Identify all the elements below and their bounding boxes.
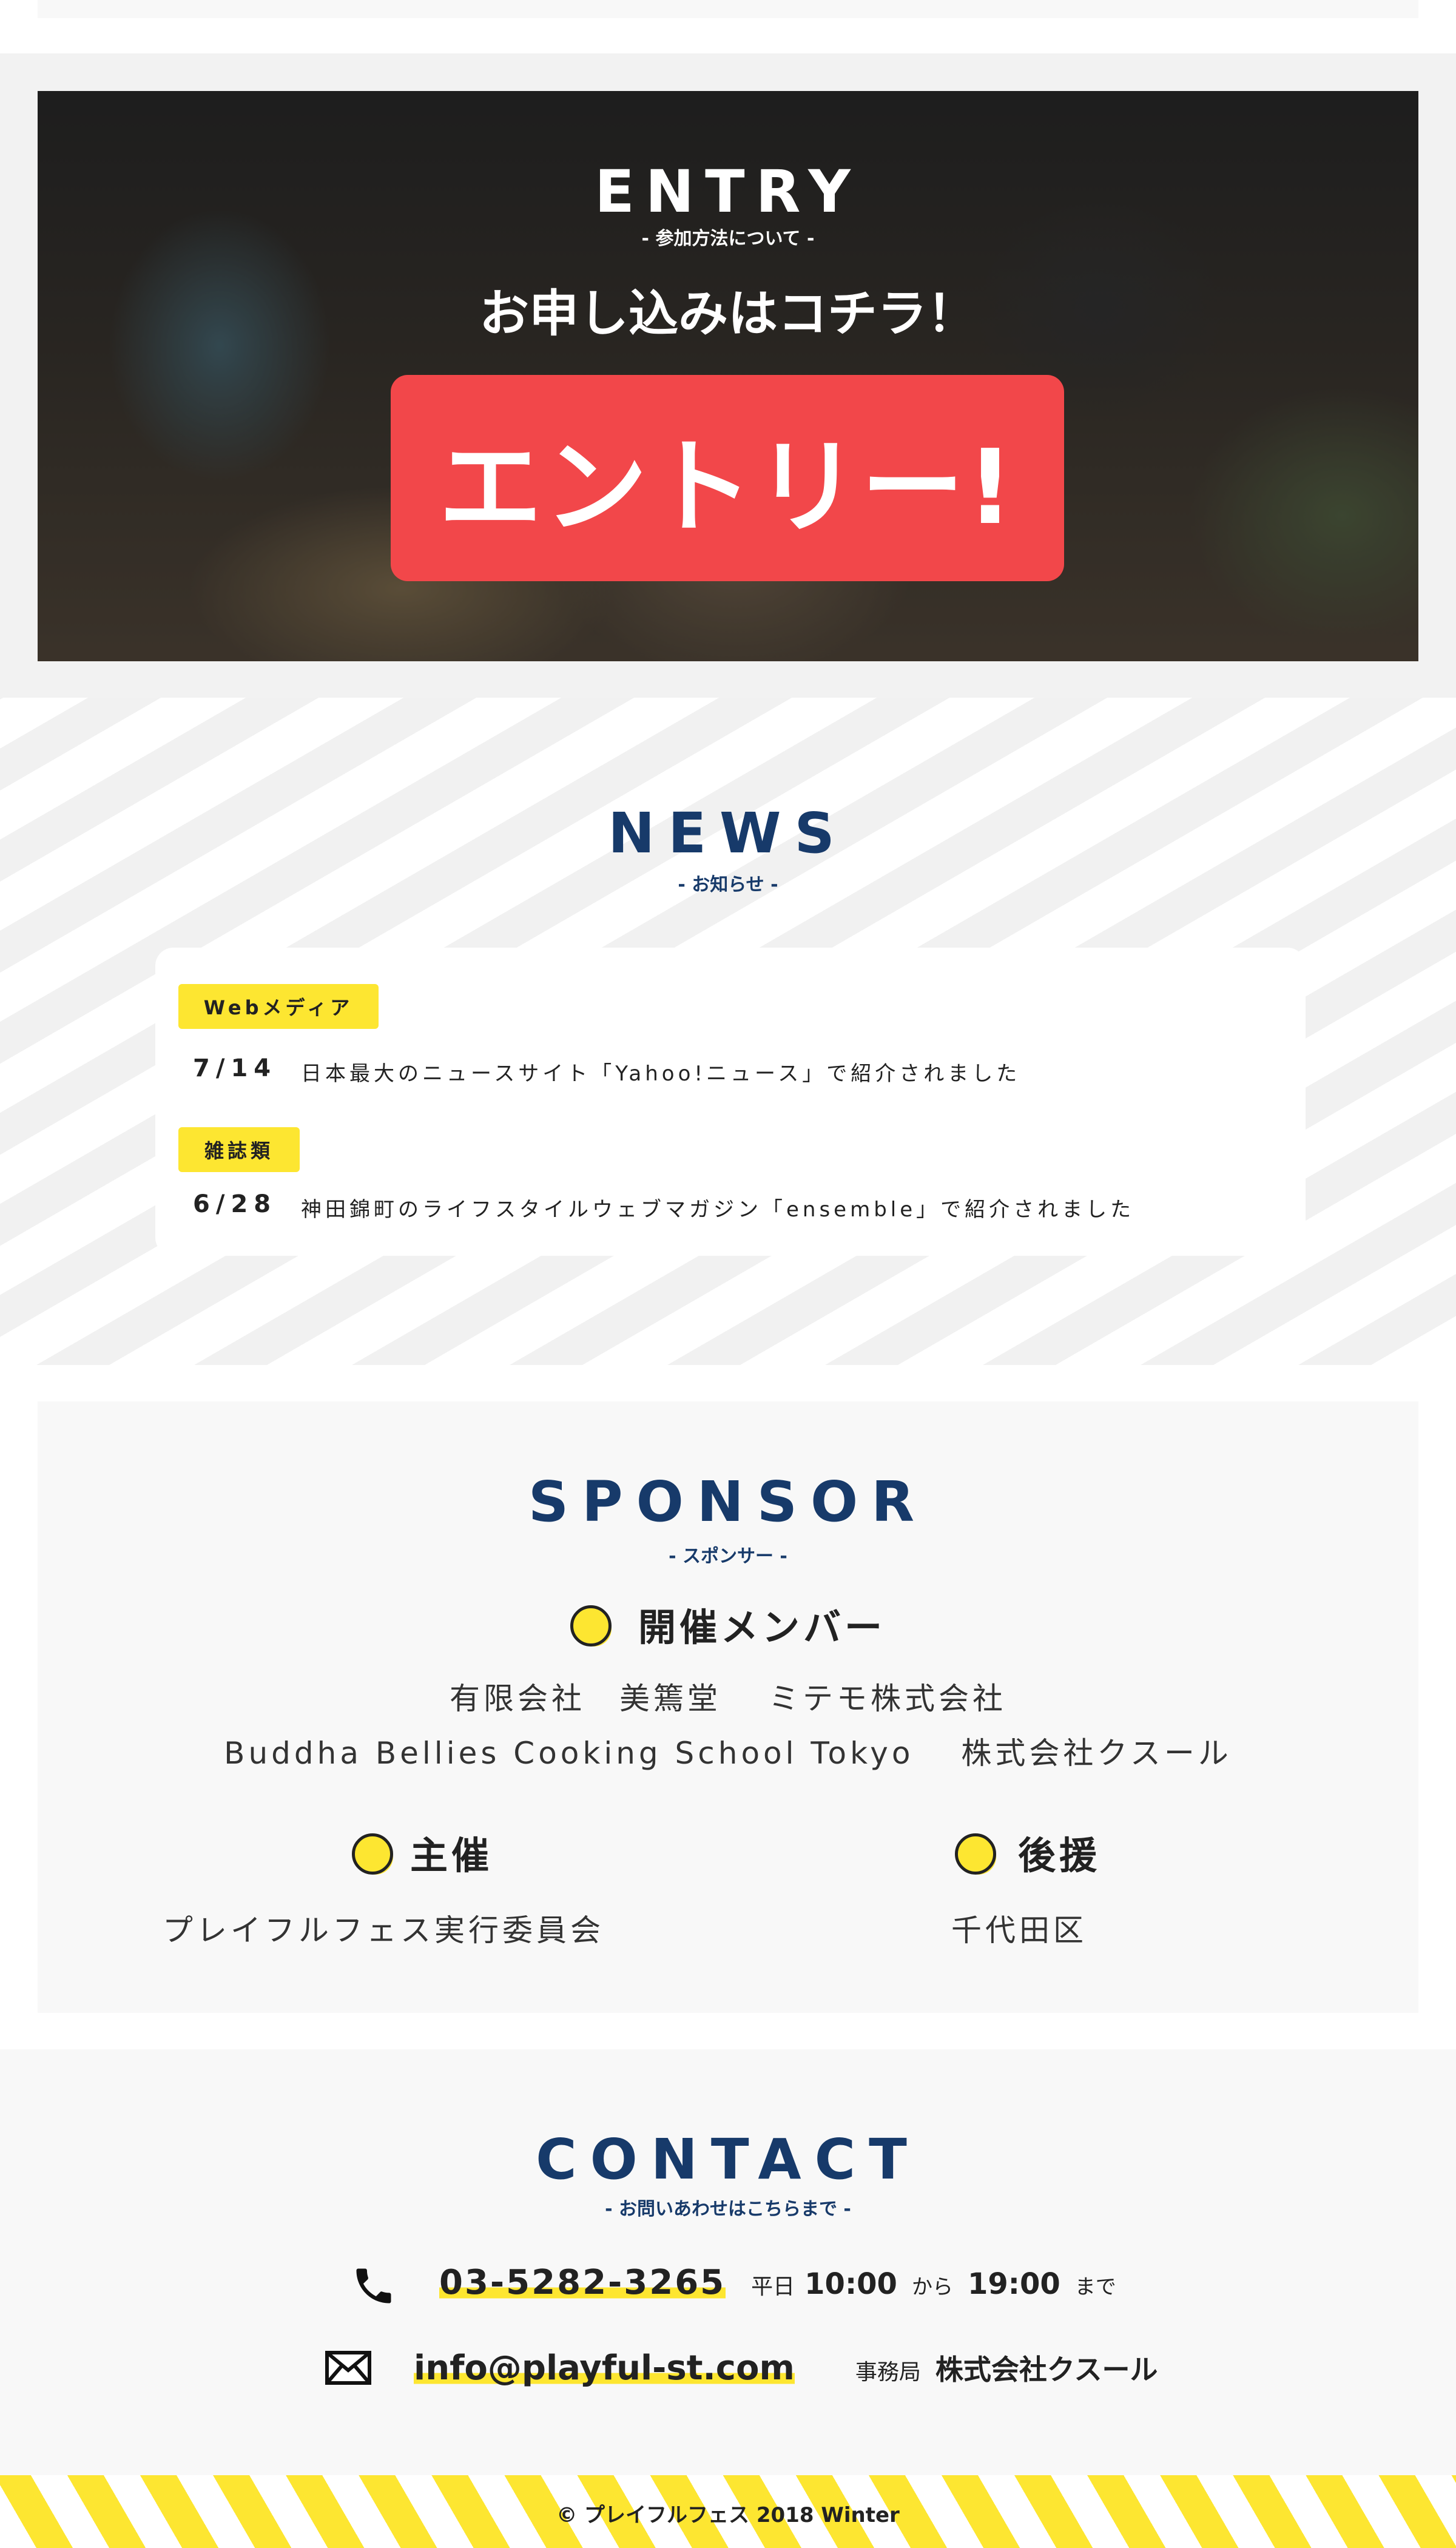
sponsor-section: SPONSOR - スポンサー - 開催メンバー 有限会社 美篶堂 ミテモ株式会… [38, 1401, 1418, 2013]
contact-section: CONTACT - お問いあわせはこちらまで - 03-5282-3265 平日… [0, 2049, 1456, 2475]
support-heading: 後援 [1018, 1833, 1101, 1878]
entry-lead: お申し込みはコチラ！ [479, 285, 977, 343]
from-label: から [911, 2275, 953, 2299]
sponsor-subtitle: - スポンサー - [669, 1546, 787, 1567]
entry-content: ENTRY - 参加方法について - お申し込みはコチラ！ エントリー! [38, 91, 1418, 661]
copyright: © プレイフルフェス 2018 Winter [556, 2503, 900, 2527]
email-link[interactable]: info@playful-st.com [414, 2348, 795, 2388]
members-heading: 開催メンバー [638, 1605, 886, 1650]
entry-title: ENTRY [595, 158, 861, 226]
bullet-dot-icon [955, 1833, 996, 1875]
weekday-label: 平日 [751, 2274, 795, 2299]
entry-subtitle: - 参加方法について - [641, 228, 815, 249]
top-strip-inner [38, 0, 1418, 18]
open-time: 10:00 [804, 2267, 897, 2301]
news-section: NEWS - お知らせ - Webメディア 7/14 日本最大のニュースサイト「… [0, 698, 1456, 1365]
mail-icon [325, 2351, 371, 2385]
top-strip [0, 0, 1456, 18]
news-date: 7/14 [193, 1054, 277, 1082]
office-label: 事務局 [855, 2360, 921, 2385]
contact-title: CONTACT [536, 2127, 920, 2192]
news-subtitle: - お知らせ - [678, 874, 778, 895]
organizer-heading: 主催 [410, 1833, 493, 1878]
footer: © プレイフルフェス 2018 Winter [0, 2475, 1456, 2548]
phone-row: 03-5282-3265 平日 10:00 から 19:00 まで [351, 2263, 1116, 2309]
news-link[interactable]: 日本最大のニュースサイト「Yahoo!ニュース」で紹介されました [301, 1057, 1020, 1087]
bullet-dot-icon [570, 1605, 612, 1646]
news-tag[interactable]: 雑誌類 [178, 1127, 300, 1172]
close-time: 19:00 [967, 2267, 1060, 2301]
entry-section: ENTRY - 参加方法について - お申し込みはコチラ！ エントリー! [0, 53, 1456, 699]
bullet-dot-icon [352, 1833, 393, 1875]
members-line2: Buddha Bellies Cooking School Tokyo 株式会社… [224, 1736, 1232, 1771]
entry-button[interactable]: エントリー! [391, 375, 1064, 581]
news-title: NEWS [608, 801, 848, 866]
news-tag[interactable]: Webメディア [178, 984, 379, 1029]
support-name: 千代田区 [951, 1913, 1087, 1948]
news-list: Webメディア 7/14 日本最大のニュースサイト「Yahoo!ニュース」で紹介… [155, 948, 1306, 1256]
contact-subtitle: - お問いあわせはこちらまで - [605, 2199, 851, 2220]
phone-number[interactable]: 03-5282-3265 [439, 2263, 726, 2302]
email-row: info@playful-st.com 事務局 株式会社クスール [325, 2348, 1158, 2388]
sponsor-title: SPONSOR [528, 1469, 928, 1534]
members-line1: 有限会社 美篶堂 ミテモ株式会社 [450, 1681, 1006, 1716]
office-name: 株式会社クスール [935, 2353, 1158, 2386]
news-date: 6/28 [193, 1190, 277, 1218]
until-label: まで [1074, 2275, 1116, 2299]
news-link[interactable]: 神田錦町のライフスタイルウェブマガジン「ensemble」で紹介されました [301, 1193, 1134, 1222]
phone-icon [356, 2268, 391, 2304]
